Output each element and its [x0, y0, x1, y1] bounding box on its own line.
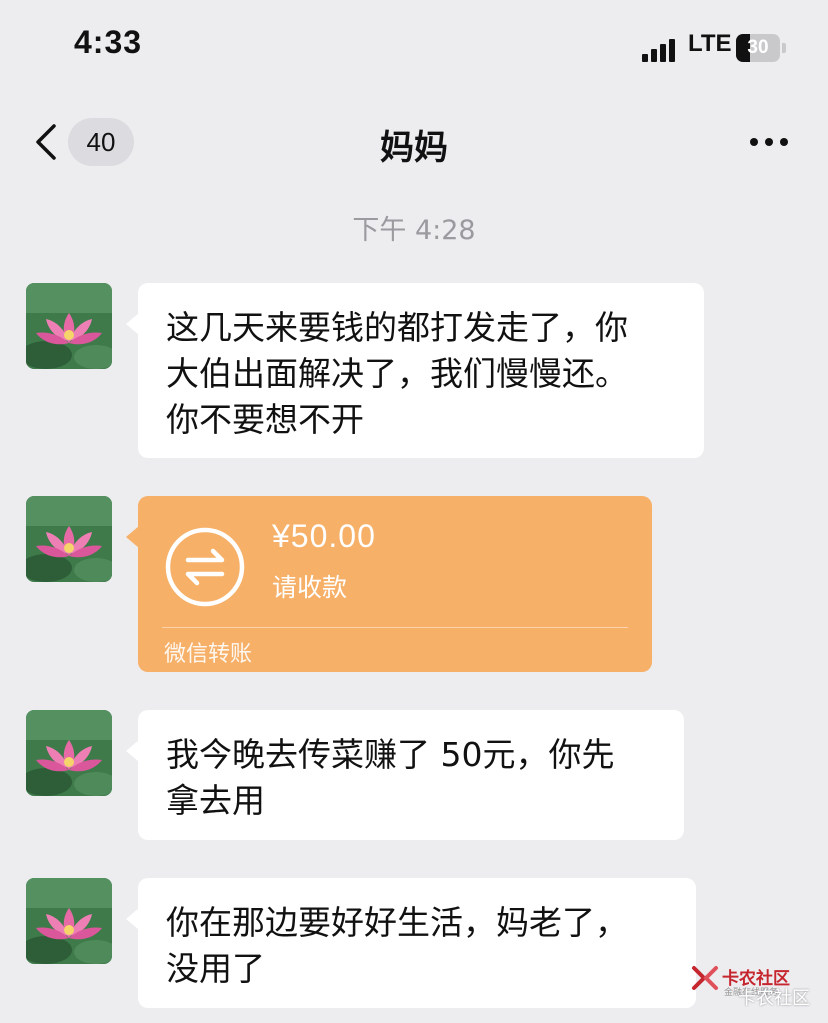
message-line: 没用了 — [166, 949, 265, 988]
transfer-label: 微信转账 — [164, 642, 253, 667]
battery-tip — [782, 43, 786, 53]
transfer-divider — [162, 627, 628, 628]
bubble-tail — [126, 313, 139, 335]
message-bubble[interactable]: 我今晚去传菜赚了 50元，你先 拿去用 — [126, 710, 684, 840]
message-bubble[interactable]: 你在那边要好好生活，妈老了， 没用了 — [126, 878, 696, 1008]
more-dots-icon[interactable] — [748, 130, 790, 154]
message-line: 这几天来要钱的都打发走了，你 — [166, 308, 628, 347]
chat-title: 妈妈 — [380, 128, 448, 168]
battery-level: 30 — [747, 37, 769, 58]
transfer-status: 请收款 — [272, 573, 348, 602]
message-bubble[interactable]: 这几天来要钱的都打发走了，你 大伯出面解决了，我们慢慢还。 你不要想不开 — [126, 283, 704, 458]
watermark-overlay: 卡农社区 — [738, 988, 810, 1009]
bubble-tail — [126, 908, 139, 930]
bubble-tail — [126, 526, 139, 548]
lotus-avatar[interactable] — [26, 710, 112, 796]
message-timestamp: 下午 4:28 — [352, 215, 476, 246]
message-line: 拿去用 — [166, 781, 265, 820]
status-time: 4:33 — [74, 24, 143, 60]
transfer-amount: ¥50.00 — [272, 518, 376, 554]
transfer-card[interactable]: ¥50.00 请收款 微信转账 — [126, 496, 652, 672]
signal-icon — [642, 38, 678, 62]
transfer-arrows-icon — [164, 526, 246, 608]
bubble-tail — [126, 740, 139, 762]
lotus-avatar[interactable] — [26, 496, 112, 582]
message-line: 你在那边要好好生活，妈老了， — [166, 903, 628, 942]
battery-icon: 30 — [736, 34, 780, 62]
lotus-avatar[interactable] — [26, 283, 112, 369]
lotus-avatar[interactable] — [26, 878, 112, 964]
network-type: LTE — [688, 30, 732, 57]
message-line: 你不要想不开 — [166, 400, 364, 439]
kanong-logo-icon — [690, 964, 720, 992]
message-line: 我今晚去传菜赚了 50元，你先 — [166, 735, 615, 774]
message-line: 大伯出面解决了，我们慢慢还。 — [166, 354, 628, 393]
